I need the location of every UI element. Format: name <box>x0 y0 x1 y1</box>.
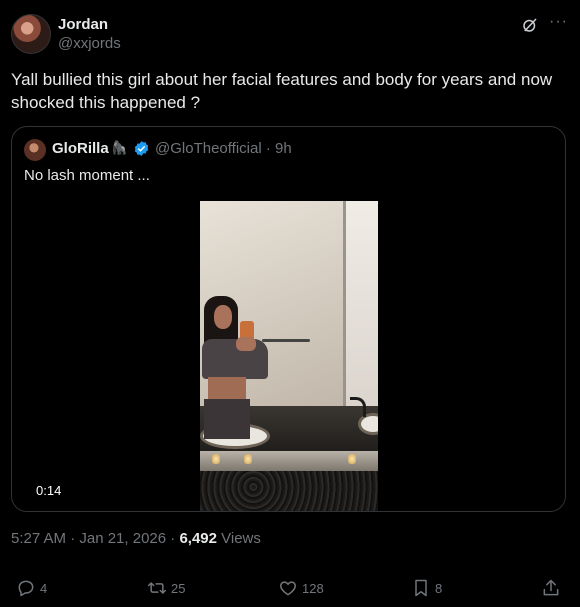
action-bar: 4 25 128 8 <box>11 576 561 600</box>
grok-icon[interactable] <box>521 16 539 34</box>
person-midriff <box>208 377 246 401</box>
share-icon <box>543 579 559 596</box>
quoted-text: No lash moment ... <box>24 167 150 184</box>
verified-icon <box>134 141 149 156</box>
share-button[interactable] <box>541 576 565 600</box>
gorilla-emoji: 🦍 <box>111 140 128 155</box>
person-pants <box>204 399 250 439</box>
views-label: Views <box>216 530 261 547</box>
quoted-handle-time: @GloTheofficial · 9h <box>155 140 292 157</box>
timestamp[interactable]: 5:27 AM · Jan 21, 2026 · <box>11 530 179 547</box>
vanity-light <box>212 454 220 464</box>
tweet-header: Jordan @xxjords ··· <box>11 14 569 54</box>
quoted-tweet[interactable]: GloRilla 🦍 @GloTheofficial · 9h No lash … <box>11 126 566 512</box>
bookmark-button[interactable]: 8 <box>411 576 442 600</box>
author-name[interactable]: Jordan <box>58 16 108 33</box>
hand <box>236 337 256 351</box>
avatar[interactable] <box>11 14 51 54</box>
reply-icon <box>18 580 34 597</box>
reply-count: 4 <box>40 580 48 596</box>
more-icon[interactable]: ··· <box>549 14 569 34</box>
views-count: 6,492 <box>179 530 217 547</box>
bookmark-icon <box>415 579 427 597</box>
bookmark-count: 8 <box>435 580 443 596</box>
quoted-author-name: GloRilla <box>52 140 109 157</box>
repost-button[interactable]: 25 <box>147 576 185 600</box>
granite-countertop <box>200 471 378 511</box>
vanity-light <box>348 454 356 464</box>
faucet-reflection <box>350 397 366 417</box>
like-button[interactable]: 128 <box>278 576 324 600</box>
repost-icon <box>147 582 167 594</box>
vanity-light <box>244 454 252 464</box>
reply-button[interactable]: 4 <box>16 576 47 600</box>
tweet-text: Yall bullied this girl about her facial … <box>11 70 553 112</box>
video-duration: 0:14 <box>32 482 66 499</box>
person-top <box>202 339 268 379</box>
author-handle[interactable]: @xxjords <box>58 35 121 52</box>
video-thumbnail[interactable] <box>200 201 378 511</box>
heart-icon <box>280 581 296 596</box>
towel-bar <box>262 339 310 342</box>
tweet-meta: 5:27 AM · Jan 21, 2026 · 6,492 Views <box>11 530 261 547</box>
like-count: 128 <box>302 580 324 596</box>
quoted-avatar <box>24 139 46 161</box>
person-face <box>214 305 232 329</box>
repost-count: 25 <box>171 580 186 596</box>
